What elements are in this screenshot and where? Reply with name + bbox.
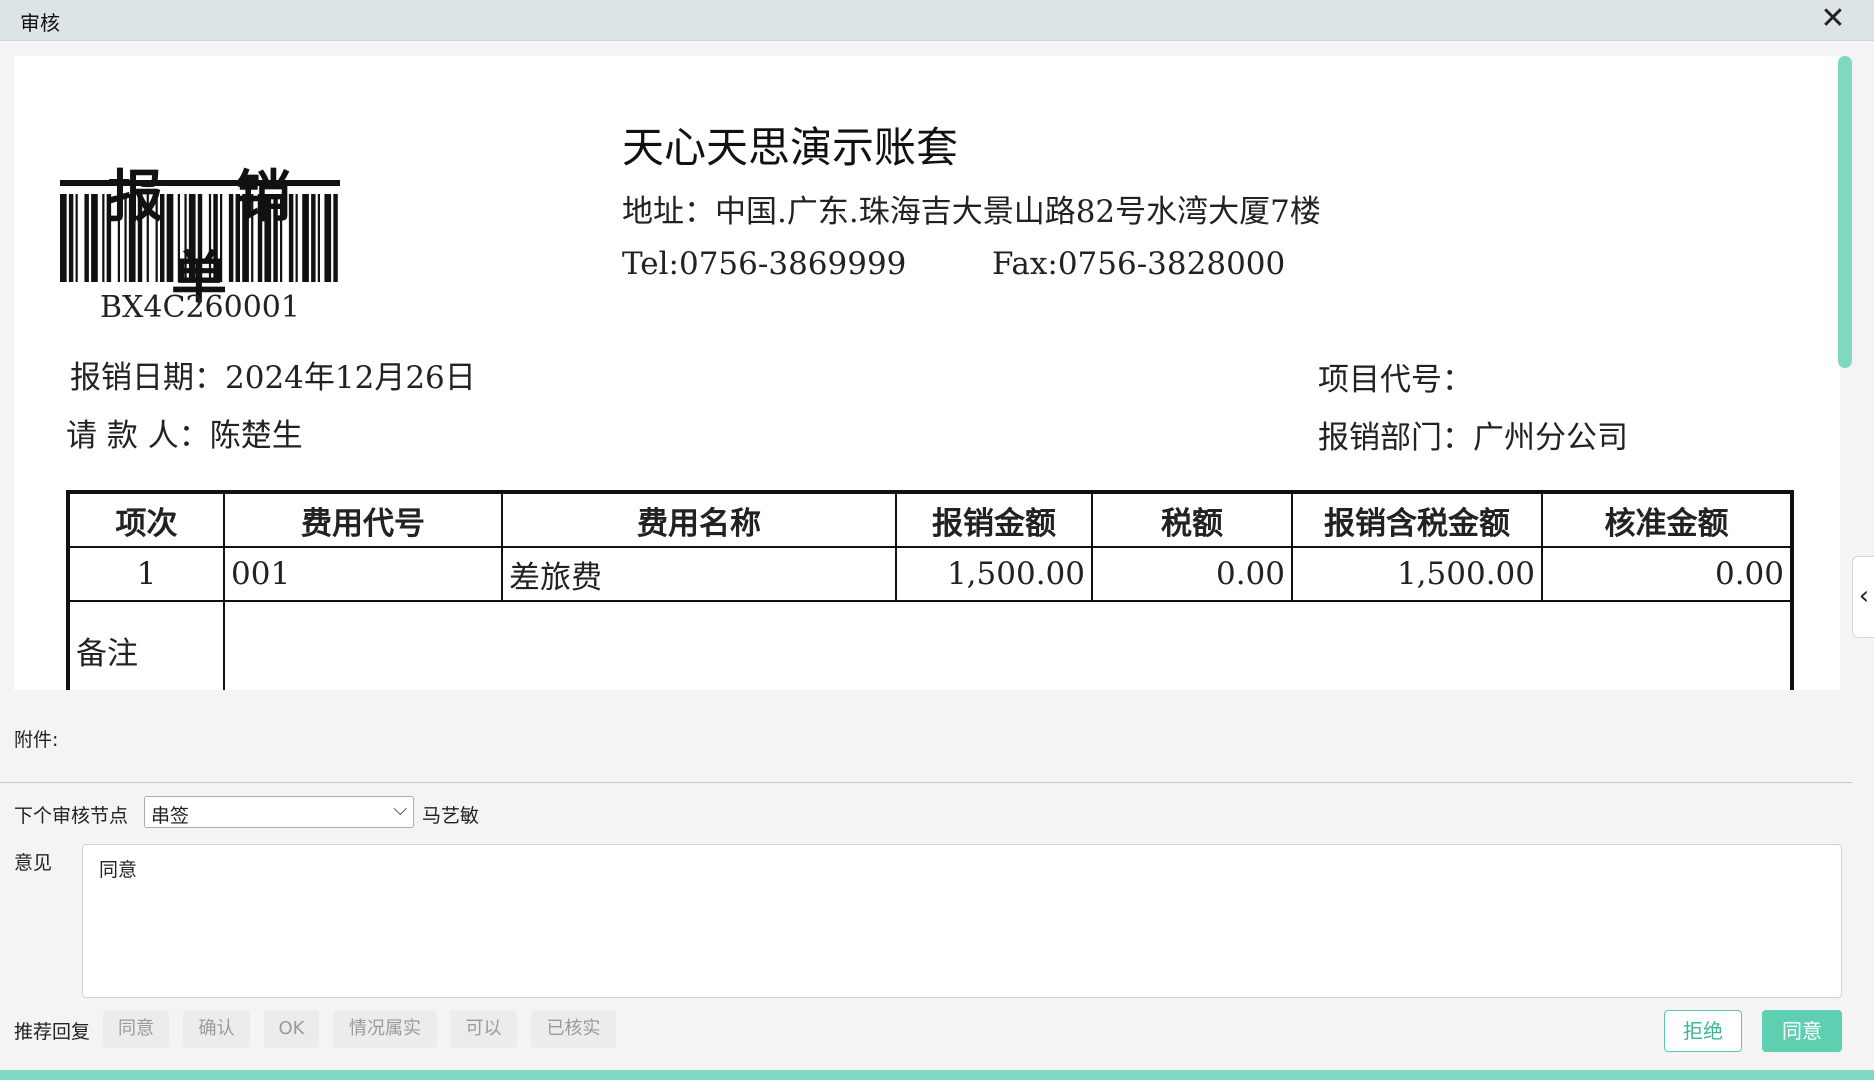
suggestion-chip[interactable]: 情况属实 <box>333 1010 437 1048</box>
document-view[interactable]: 报 销 单 BX4C260001 天心天思演示账套 地址：中国.广东.珠海吉大景… <box>14 56 1840 690</box>
barcode-bar <box>213 194 218 282</box>
department: 报销部门：广州分公司 <box>1318 420 1628 456</box>
barcode-bar <box>228 194 234 282</box>
payee: 请 款 人：陈楚生 <box>66 418 303 454</box>
barcode-bar <box>333 194 338 282</box>
barcode-bar <box>273 194 278 282</box>
table-cell: 0.00 <box>1091 546 1293 602</box>
table-cell: 1,500.00 <box>895 546 1093 602</box>
opinion-label: 意见 <box>14 852 53 874</box>
barcode-bar <box>60 194 67 282</box>
table-header: 费用名称 <box>501 490 897 548</box>
barcode-bar <box>102 194 105 282</box>
divider <box>0 782 1852 783</box>
next-node-select[interactable]: 串签 ⌵ <box>144 796 414 828</box>
barcode-bar <box>242 194 249 282</box>
table-header: 项次 <box>66 490 225 548</box>
table-header: 核准金额 <box>1541 490 1794 548</box>
barcode-bar <box>257 194 263 282</box>
expense-table: 项次 费用代号 费用名称 报销金额 税额 报销含税金额 核准金额 1 001 差… <box>66 490 1794 690</box>
table-cell: 1,500.00 <box>1291 546 1543 602</box>
barcode-bar <box>146 194 149 282</box>
barcode-bar <box>324 194 332 282</box>
company-tel: Tel:0756-3869999 <box>622 246 907 282</box>
barcode-bar <box>220 194 223 282</box>
suggestion-chip[interactable]: 已核实 <box>531 1010 616 1048</box>
table-header: 费用代号 <box>223 490 503 548</box>
barcode-bar <box>75 194 78 282</box>
close-icon[interactable]: ✕ <box>1816 2 1850 36</box>
agree-button[interactable]: 同意 <box>1762 1010 1842 1052</box>
remark-row: 备注 <box>66 600 1794 690</box>
barcode-bar <box>137 194 143 282</box>
table-cell: 001 <box>223 546 503 602</box>
barcode-bar <box>311 194 316 282</box>
barcode-bar <box>68 194 74 282</box>
barcode-bar <box>160 194 165 282</box>
suggestion-chip[interactable]: 确认 <box>183 1010 250 1048</box>
table-cell: 1 <box>66 546 225 602</box>
approver-name: 马艺敏 <box>422 805 480 827</box>
table-cell: 0.00 <box>1541 546 1794 602</box>
barcode-bar <box>177 194 180 282</box>
barcode-bar <box>235 194 240 282</box>
barcode-number: BX4C260001 <box>100 290 300 325</box>
chevron-down-icon: ⌵ <box>393 799 407 820</box>
barcode-bar <box>264 194 272 282</box>
chevron-left-icon[interactable]: ‹ <box>1852 556 1874 638</box>
next-node-label: 下个审核节点 <box>14 805 129 827</box>
barcode-bar <box>280 194 283 282</box>
barcode-image <box>60 194 338 282</box>
attachment-label: 附件: <box>14 729 59 751</box>
suggest-label: 推荐回复 <box>14 1021 91 1043</box>
table-header: 报销金额 <box>895 490 1093 548</box>
barcode-bar <box>288 194 294 282</box>
barcode-bar <box>155 194 158 282</box>
table-cell: 差旅费 <box>501 546 897 602</box>
title-underline <box>60 180 340 186</box>
barcode-bar <box>124 194 127 282</box>
barcode-bar <box>188 194 196 282</box>
barcode-bar <box>197 194 203 282</box>
suggestion-chip[interactable]: 同意 <box>103 1010 169 1048</box>
barcode-bar <box>317 194 320 282</box>
reimburse-date: 报销日期：2024年12月26日 <box>70 360 476 396</box>
barcode-bar <box>128 194 136 282</box>
suggestion-chip[interactable]: 可以 <box>450 1010 517 1048</box>
table-header: 税额 <box>1091 490 1293 548</box>
barcode-bar <box>208 194 212 282</box>
reject-button[interactable]: 拒绝 <box>1664 1010 1742 1052</box>
remark-label: 备注 <box>66 600 225 690</box>
barcode-bar <box>184 194 187 282</box>
barcode-bar <box>166 194 174 282</box>
title-bar: 审核 ✕ <box>0 0 1874 41</box>
table-row: 1 001 差旅费 1,500.00 0.00 1,500.00 0.00 <box>66 546 1794 602</box>
company-name: 天心天思演示账套 <box>622 123 959 172</box>
barcode-bar <box>302 194 309 282</box>
table-header: 报销含税金额 <box>1291 490 1543 548</box>
window-title: 审核 <box>20 11 60 35</box>
barcode-bar <box>84 194 89 282</box>
barcode-bar <box>295 194 298 282</box>
next-node-value: 串签 <box>151 805 190 827</box>
scrollbar-thumb[interactable] <box>1838 56 1852 368</box>
bottom-accent-bar <box>0 1070 1874 1080</box>
company-address: 地址：中国.广东.珠海吉大景山路82号水湾大厦7楼 <box>622 194 1321 230</box>
table-header-row: 项次 费用代号 费用名称 报销金额 税额 报销含税金额 核准金额 <box>66 490 1794 548</box>
barcode-bar <box>91 194 98 282</box>
suggestion-chip[interactable]: OK <box>264 1010 319 1048</box>
barcode-bar <box>117 194 120 282</box>
barcode-bar <box>251 194 254 282</box>
remark-value <box>223 600 1794 690</box>
opinion-textarea[interactable]: 同意 <box>82 844 1842 998</box>
project-code: 项目代号： <box>1318 362 1473 398</box>
company-fax: Fax:0756-3828000 <box>992 246 1286 282</box>
barcode-bar <box>106 194 112 282</box>
